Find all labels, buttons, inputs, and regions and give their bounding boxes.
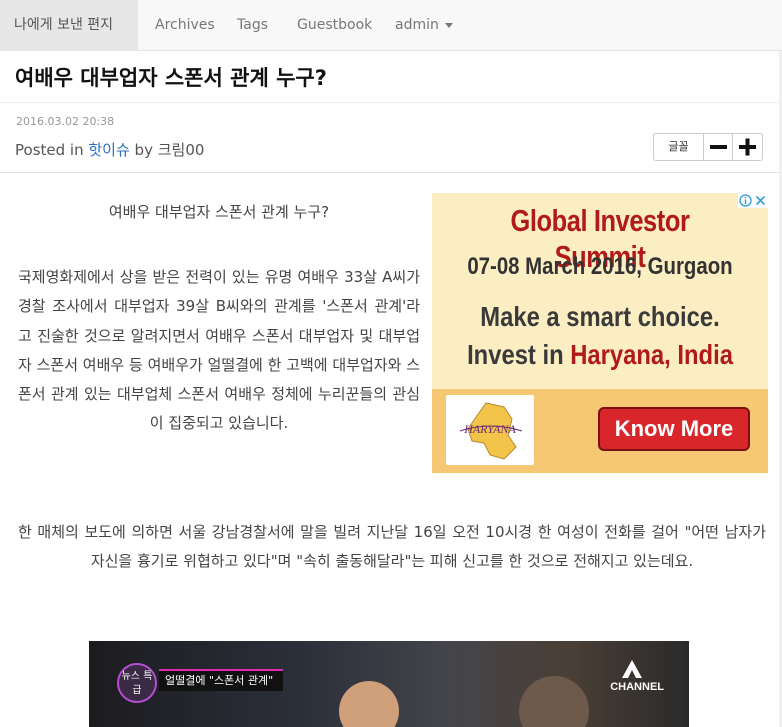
post-title: 여배우 대부업자 스폰서 관계 누구?	[15, 66, 327, 90]
by-label: by	[134, 141, 153, 159]
top-navbar: 나에게 보낸 편지 Archives Tags Guestbook admin	[0, 0, 782, 51]
ad-headline: Make a smart choice.	[480, 301, 720, 332]
author-name: 크림00	[157, 141, 205, 159]
ad-date: 07-08 March 2016, Gurgaon	[467, 253, 733, 280]
close-icon[interactable]	[753, 193, 768, 208]
nav-tags[interactable]: Tags	[237, 0, 268, 51]
advertisement-banner[interactable]: Global Investor Summit 07-08 March 2016,…	[432, 193, 768, 473]
ad-subheadline-prefix: Invest in	[467, 339, 571, 370]
posted-line: Posted in 핫이슈 by 크림00	[15, 139, 204, 160]
haryana-logo-text: HARYANA	[463, 422, 516, 436]
nav-admin-label: admin	[395, 17, 439, 33]
minus-icon	[710, 145, 727, 149]
ad-subheadline-highlight: Haryana, India	[570, 339, 733, 370]
haryana-logo: HARYANA	[446, 395, 534, 465]
plus-icon	[739, 138, 756, 156]
haryana-map-icon: HARYANA	[459, 402, 523, 460]
news-badge: 뉴스 특급	[117, 663, 157, 703]
content-lead: 여배우 대부업자 스폰서 관계 누구?	[108, 203, 330, 221]
content-paragraph-2: 한 매체의 보도에 의하면 서울 강남경찰서에 말을 빌려 지난달 16일 오전…	[18, 523, 766, 571]
ad-choices[interactable]	[738, 193, 768, 208]
nav-guestbook[interactable]: Guestbook	[297, 0, 372, 51]
embedded-video[interactable]: 뉴스 특급 얼떨결에 "스폰서 관계" CHANNEL	[89, 641, 689, 727]
video-caption: 얼떨결에 "스폰서 관계"	[159, 669, 284, 691]
post-date: 2016.03.02 20:38	[16, 115, 115, 128]
font-decrease-button[interactable]	[704, 134, 733, 160]
nav-archives[interactable]: Archives	[155, 0, 215, 51]
channel-logo-text: CHANNEL	[610, 681, 664, 693]
nav-brand[interactable]: 나에게 보낸 편지	[0, 0, 138, 51]
post-header: 여배우 대부업자 스폰서 관계 누구?	[0, 51, 779, 103]
font-increase-button[interactable]	[733, 134, 762, 160]
posted-in-label: Posted in	[15, 141, 84, 159]
know-more-button[interactable]: Know More	[598, 407, 750, 451]
font-label-button[interactable]: 글꼴	[654, 134, 704, 160]
adchoices-info-icon[interactable]	[738, 193, 753, 208]
post-meta: 2016.03.02 20:38 Posted in 핫이슈 by 크림00 글…	[0, 103, 779, 173]
channel-a-logo-icon	[622, 660, 642, 678]
nav-admin-dropdown[interactable]: admin	[395, 0, 453, 51]
caret-down-icon	[444, 22, 453, 28]
ad-subheadline: Invest in Haryana, India	[457, 339, 743, 371]
font-size-control: 글꼴	[653, 133, 763, 161]
content-paragraph-1: 국제영화제에서 상을 받은 전력이 있는 유명 여배우 33살 A씨가 경찰 조…	[18, 268, 420, 433]
category-link[interactable]: 핫이슈	[88, 141, 129, 159]
